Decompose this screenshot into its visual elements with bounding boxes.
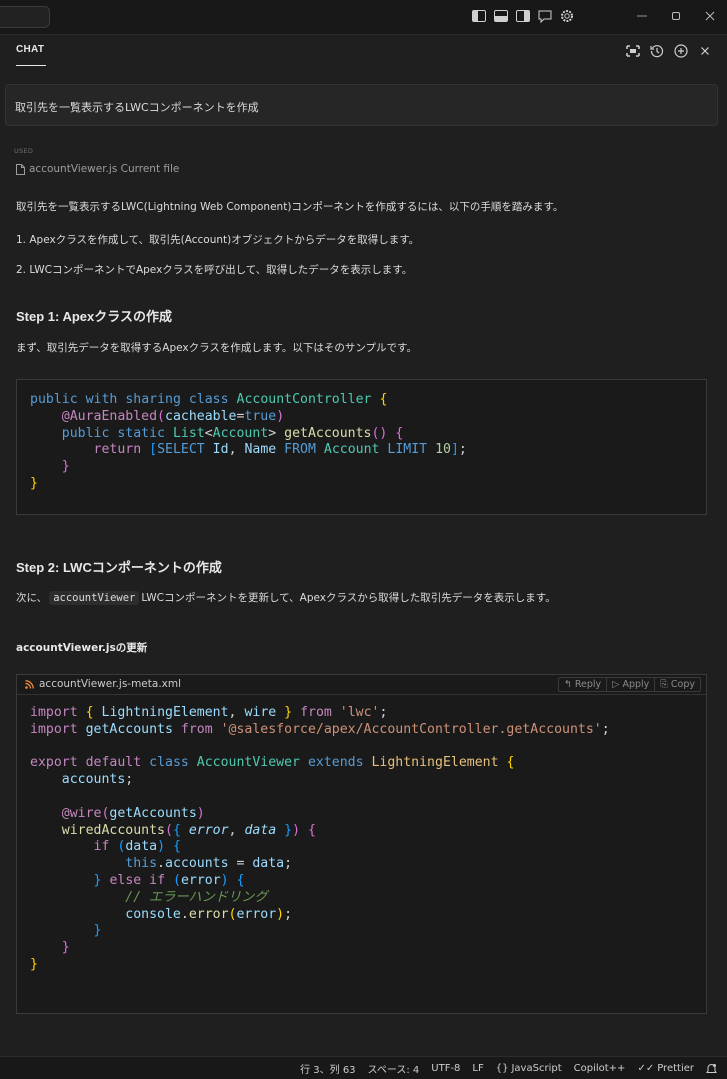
- cursor-position[interactable]: 行 3、列 63: [300, 1061, 355, 1076]
- step2-text-prefix: 次に、: [16, 592, 48, 604]
- close-chat-icon[interactable]: [697, 43, 713, 59]
- toggle-sidebar-icon[interactable]: [470, 7, 488, 25]
- layout-controls: [470, 7, 576, 25]
- js-code: import { LightningElement, wire } from '…: [30, 705, 610, 972]
- encoding[interactable]: UTF-8: [431, 1063, 460, 1074]
- reply-icon: ↰: [563, 679, 572, 690]
- language-label: JavaScript: [511, 1063, 562, 1074]
- chat-header: CHAT: [0, 35, 727, 67]
- step1-heading: Step 1: Apexクラスの作成: [16, 309, 173, 324]
- chat-icon[interactable]: [536, 7, 554, 25]
- minimize-icon[interactable]: [625, 4, 659, 28]
- user-prompt-text: 取引先を一覧表示するLWCコンポーネントを作成: [15, 101, 259, 114]
- code-file-name: accountViewer.js-meta.xml: [39, 678, 182, 690]
- restore-icon[interactable]: [659, 4, 693, 28]
- prettier-status[interactable]: ✓✓ Prettier: [637, 1063, 694, 1074]
- step-list-item-1: 1. Apexクラスを作成して、取引先(Account)オブジェクトからデータを…: [16, 234, 420, 246]
- prettier-label: Prettier: [657, 1063, 694, 1074]
- active-tab-indicator: [16, 65, 46, 66]
- reply-label: Reply: [574, 679, 602, 690]
- step1-text: まず、取引先データを取得するApexクラスを作成します。以下はそのサンプルです。: [16, 342, 417, 354]
- used-context-label: USED: [14, 147, 34, 155]
- code-file-label[interactable]: accountViewer.js-meta.xml: [25, 678, 181, 690]
- status-bar: 行 3、列 63 スペース: 4 UTF-8 LF {} JavaScript …: [0, 1056, 727, 1079]
- new-chat-icon[interactable]: [673, 43, 689, 59]
- chat-tab-title[interactable]: CHAT: [16, 44, 44, 55]
- maximize-icon[interactable]: [625, 43, 641, 59]
- js-update-heading: accountViewer.jsの更新: [16, 642, 148, 654]
- intro-text: 取引先を一覧表示するLWC(Lightning Web Component)コン…: [16, 201, 564, 213]
- close-icon[interactable]: [693, 4, 727, 28]
- rss-file-icon: [25, 679, 34, 689]
- check-double-icon: ✓✓: [637, 1063, 655, 1074]
- user-prompt-bubble: 取引先を一覧表示するLWCコンポーネントを作成: [5, 84, 718, 126]
- notifications-bell-icon[interactable]: [706, 1063, 717, 1075]
- language-mode[interactable]: {} JavaScript: [496, 1063, 562, 1074]
- used-file-name: accountViewer.js Current file: [29, 163, 180, 175]
- toggle-secondary-sidebar-icon[interactable]: [514, 7, 532, 25]
- step2-text: 次に、 accountViewer LWCコンポーネントを更新して、Apexクラスか…: [16, 590, 556, 605]
- title-bar: [0, 0, 727, 35]
- reply-button[interactable]: ↰ Reply: [559, 678, 606, 691]
- history-icon[interactable]: [649, 43, 665, 59]
- js-code-block[interactable]: accountViewer.js-meta.xml ↰ Reply ▷ Apply …: [16, 674, 707, 1014]
- status-items: 行 3、列 63 スペース: 4 UTF-8 LF {} JavaScript …: [300, 1061, 717, 1076]
- step2-heading: Step 2: LWCコンポーネントの作成: [16, 560, 222, 575]
- apex-code: public with sharing class AccountControl…: [30, 392, 467, 491]
- apply-button[interactable]: ▷ Apply: [606, 678, 654, 691]
- window-controls: [625, 4, 727, 28]
- used-context-file[interactable]: accountViewer.js Current file: [16, 163, 179, 175]
- settings-gear-icon[interactable]: [558, 7, 576, 25]
- end-of-line[interactable]: LF: [472, 1063, 483, 1074]
- code-block-header: accountViewer.js-meta.xml ↰ Reply ▷ Apply …: [17, 675, 706, 695]
- step2-text-suffix: LWCコンポーネントを更新して、Apexクラスから取得した取引先データを表示しま…: [141, 592, 556, 604]
- command-center-search[interactable]: [0, 6, 50, 28]
- copy-label: Copy: [670, 679, 695, 690]
- inline-code-component: accountViewer: [49, 591, 140, 605]
- copilot-status[interactable]: Copilot++: [574, 1063, 626, 1074]
- braces-icon: {}: [495, 1063, 509, 1074]
- code-toolbar: ↰ Reply ▷ Apply ⎘ Copy: [557, 677, 701, 692]
- apex-code-block[interactable]: public with sharing class AccountControl…: [16, 379, 707, 515]
- file-icon: [16, 163, 25, 175]
- chat-actions: [625, 43, 713, 59]
- copy-icon: ⎘: [660, 679, 668, 690]
- toggle-panel-icon[interactable]: [492, 7, 510, 25]
- apply-label: Apply: [622, 679, 650, 690]
- indentation[interactable]: スペース: 4: [368, 1061, 420, 1076]
- apply-icon: ▷: [612, 679, 620, 690]
- copy-button[interactable]: ⎘ Copy: [654, 678, 700, 691]
- step-list-item-2: 2. LWCコンポーネントでApexクラスを呼び出して、取得したデータを表示しま…: [16, 264, 413, 276]
